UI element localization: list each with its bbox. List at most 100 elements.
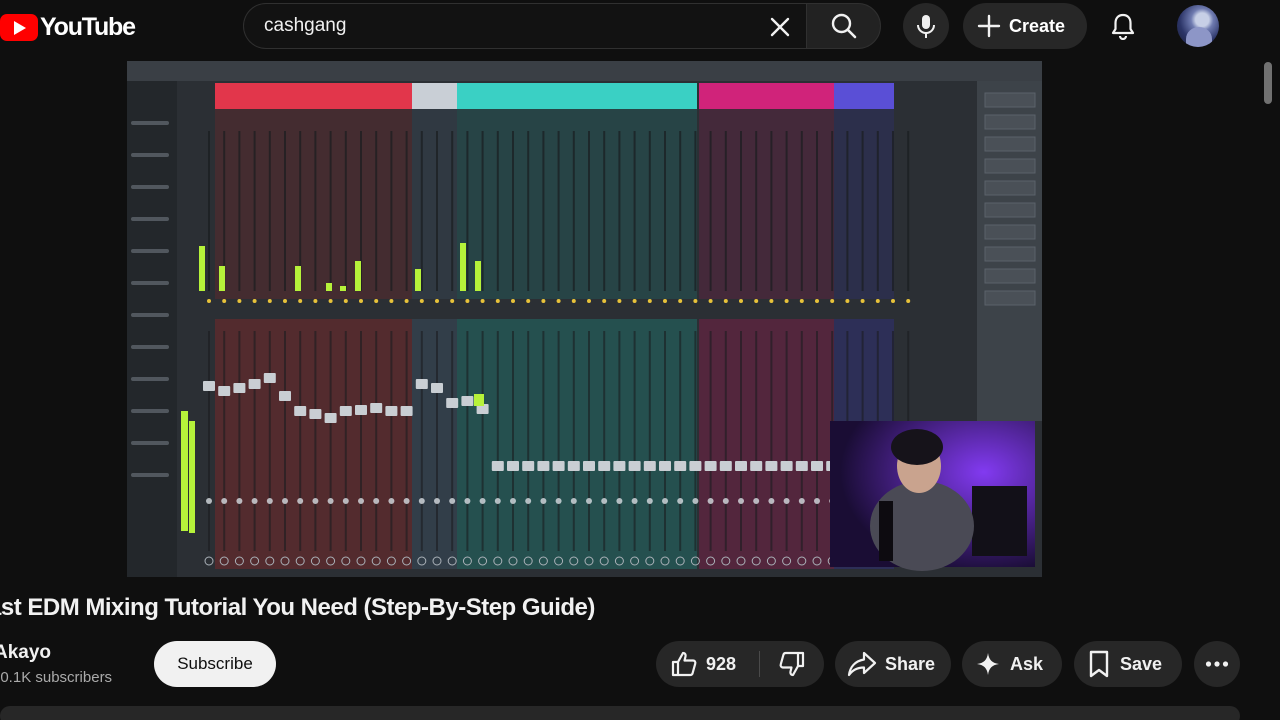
clear-icon xyxy=(770,17,790,37)
channel-led xyxy=(891,299,895,303)
channel-fader-track xyxy=(253,331,256,551)
channel-led xyxy=(252,299,257,303)
create-button[interactable]: Create xyxy=(963,3,1087,49)
channel-meter-track xyxy=(816,131,818,291)
create-label: Create xyxy=(1009,15,1066,36)
channel-group-lower xyxy=(412,319,457,569)
share-label: Share xyxy=(885,653,936,674)
channel-knob xyxy=(738,498,744,504)
channel-fader-track xyxy=(648,331,651,551)
channel-knob xyxy=(388,498,395,504)
channel-led xyxy=(815,299,819,303)
channel-group-header xyxy=(457,83,697,109)
channel-led xyxy=(678,299,683,303)
channel-meter-track xyxy=(861,131,864,291)
browser-entry xyxy=(131,217,169,221)
channel-meter-track xyxy=(831,131,834,291)
channel-fader-track xyxy=(785,331,788,551)
subscribe-button[interactable]: Subscribe xyxy=(154,641,276,687)
channel-knob xyxy=(373,498,380,504)
channel-meter-track xyxy=(785,131,788,291)
channel-fader xyxy=(735,461,747,471)
browser-entry xyxy=(131,473,169,477)
search-button[interactable] xyxy=(806,3,881,49)
channel-fader-track xyxy=(451,331,454,551)
slot-row xyxy=(984,202,1036,218)
channel-knob xyxy=(814,498,820,504)
channel-knob xyxy=(753,498,760,504)
share-button[interactable]: Share xyxy=(835,641,951,687)
channel-group-header xyxy=(412,83,457,109)
channel-fader-track xyxy=(542,331,545,551)
browser-entry xyxy=(131,153,169,157)
channel-meter-track xyxy=(892,131,894,291)
channel-led xyxy=(450,299,455,303)
like-button[interactable]: 928 xyxy=(656,641,759,687)
search-icon xyxy=(831,13,856,39)
level-meter xyxy=(340,286,346,291)
channel-fader-track xyxy=(466,331,469,551)
webcam-mic xyxy=(879,501,893,561)
channel-fader-track xyxy=(512,331,514,551)
browser-entry xyxy=(131,281,169,285)
browser-entry xyxy=(131,121,169,125)
clear-search-button[interactable] xyxy=(764,11,796,43)
channel-meter-track xyxy=(208,131,210,291)
channel-knob xyxy=(722,498,729,504)
channel-fader xyxy=(385,406,398,416)
voice-search-button[interactable] xyxy=(903,3,949,49)
channel-fader-track xyxy=(588,331,590,551)
channel-led xyxy=(708,299,713,303)
level-meter xyxy=(355,261,361,291)
channel-led xyxy=(663,299,667,303)
slot-row xyxy=(984,114,1036,130)
channel-group-header xyxy=(215,83,412,109)
channel-fader xyxy=(537,461,550,471)
channel-meter-track xyxy=(800,131,803,291)
channel-led xyxy=(830,299,835,303)
channel-meter-track xyxy=(527,131,530,291)
ask-button[interactable]: Ask xyxy=(962,641,1062,687)
channel-meter-track xyxy=(284,131,286,291)
description-box[interactable] xyxy=(0,706,1240,720)
channel-led xyxy=(465,299,470,303)
youtube-logo[interactable]: YouTube xyxy=(0,12,136,42)
scrollbar-thumb[interactable] xyxy=(1264,62,1272,104)
slot-row xyxy=(984,290,1036,306)
channel-fader-track xyxy=(390,331,393,551)
microphone-icon xyxy=(917,15,935,38)
share-icon xyxy=(847,651,877,677)
channel-fader xyxy=(765,461,778,471)
avatar[interactable] xyxy=(1177,5,1219,47)
dislike-button[interactable] xyxy=(760,641,824,687)
browser-entry xyxy=(131,409,169,413)
channel-meter-track xyxy=(846,131,849,291)
notifications-button[interactable] xyxy=(1100,3,1146,49)
channel-name[interactable]: Akayo xyxy=(0,642,51,664)
channel-meter-track xyxy=(344,131,347,291)
video-player[interactable] xyxy=(127,61,1042,577)
youtube-logo-icon xyxy=(0,13,38,41)
channel-fader xyxy=(294,406,307,416)
channel-knob xyxy=(798,498,805,504)
search-input[interactable]: cashgang xyxy=(243,3,806,49)
sparkle-icon xyxy=(977,653,999,675)
channel-fader-track xyxy=(527,331,530,551)
channel-meter-track xyxy=(375,131,378,291)
more-actions-button[interactable] xyxy=(1194,641,1240,687)
save-button[interactable]: Save xyxy=(1074,641,1182,687)
channel-meter-track xyxy=(588,131,590,291)
channel-fader xyxy=(248,379,261,389)
channel-fader-track xyxy=(344,331,347,551)
channel-led xyxy=(632,299,637,303)
video-frame xyxy=(127,61,1042,577)
channel-meter-track xyxy=(314,131,317,291)
channel-fader-track xyxy=(299,331,302,551)
channel-knob xyxy=(449,498,456,504)
channel-meter-track xyxy=(572,131,575,291)
video-title: ast EDM Mixing Tutorial You Need (Step-B… xyxy=(0,594,595,621)
channel-led xyxy=(784,299,789,303)
channel-knob xyxy=(282,498,288,504)
master-meter-right xyxy=(189,421,195,533)
channel-led xyxy=(526,299,531,303)
